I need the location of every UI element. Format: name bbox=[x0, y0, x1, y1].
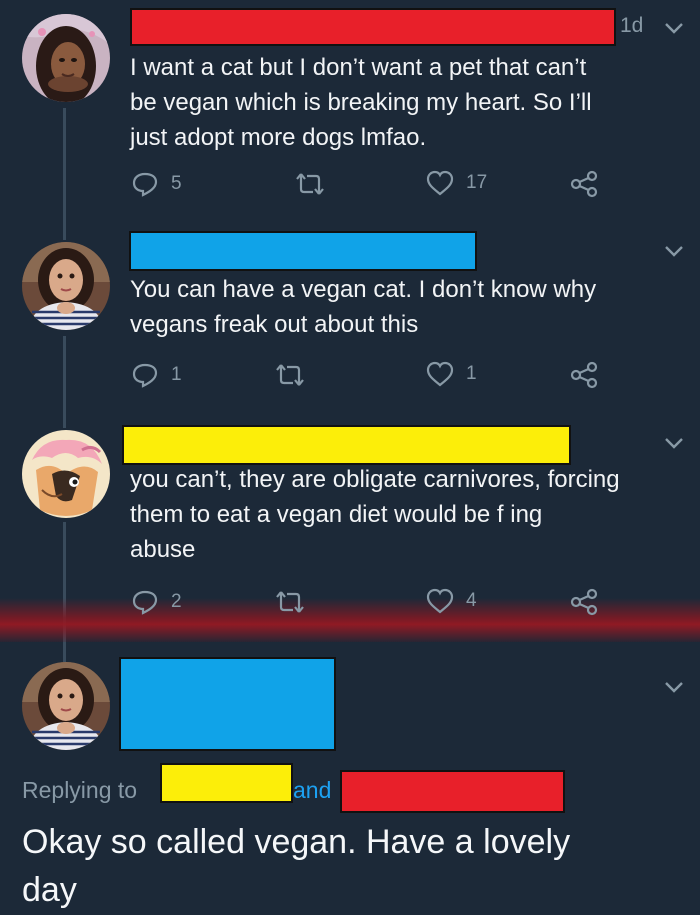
replying-and-label: and bbox=[293, 777, 332, 803]
like-icon bbox=[426, 170, 454, 196]
redacted-username-yellow bbox=[122, 425, 571, 465]
tweet-text: You can have a vegan cat. I don’t know w… bbox=[130, 276, 597, 338]
chevron-down-icon[interactable] bbox=[664, 244, 684, 258]
retweet-icon bbox=[296, 173, 324, 195]
like-icon bbox=[426, 361, 454, 387]
reply-count: 5 bbox=[171, 173, 182, 194]
chevron-down-icon[interactable] bbox=[664, 21, 684, 35]
redacted-username-red bbox=[130, 8, 616, 46]
reply-count: 2 bbox=[171, 591, 182, 612]
chevron-down-icon[interactable] bbox=[664, 680, 684, 694]
main-tweet-text: Okay so called vegan. Have a lovely day bbox=[22, 823, 571, 909]
redacted-author-blue bbox=[119, 657, 336, 751]
like-button[interactable]: 4 bbox=[426, 588, 477, 614]
avatar[interactable] bbox=[22, 430, 110, 518]
share-button[interactable] bbox=[569, 170, 599, 198]
like-count: 17 bbox=[466, 172, 488, 193]
share-button[interactable] bbox=[569, 588, 599, 616]
redacted-mention-red[interactable] bbox=[340, 770, 565, 813]
like-button[interactable]: 1 bbox=[426, 361, 477, 387]
redacted-username-blue bbox=[129, 231, 477, 271]
tweet-text: you can’t, they are obligate carnivores,… bbox=[130, 466, 620, 563]
avatar[interactable] bbox=[22, 662, 110, 750]
like-count: 4 bbox=[466, 590, 477, 611]
reply-icon bbox=[132, 363, 158, 388]
like-count: 1 bbox=[466, 363, 477, 384]
retweet-button[interactable] bbox=[274, 361, 306, 389]
redacted-mention-yellow[interactable] bbox=[160, 763, 293, 803]
reply-button[interactable]: 5 bbox=[131, 170, 182, 198]
avatar[interactable] bbox=[22, 242, 110, 330]
reply-icon bbox=[132, 172, 158, 197]
share-icon bbox=[570, 588, 598, 616]
replying-to-label: Replying to bbox=[22, 777, 138, 803]
tweet-text: I want a cat but I don’t want a pet that… bbox=[130, 54, 592, 151]
thread-connector-2 bbox=[63, 336, 66, 428]
share-icon bbox=[570, 170, 598, 198]
avatar[interactable] bbox=[22, 14, 110, 102]
retweet-icon bbox=[276, 591, 304, 613]
share-icon bbox=[570, 361, 598, 389]
reply-button[interactable]: 1 bbox=[131, 361, 182, 389]
retweet-button[interactable] bbox=[274, 588, 306, 616]
thread-connector-1 bbox=[63, 108, 66, 240]
share-button[interactable] bbox=[569, 361, 599, 389]
tweet-timestamp[interactable]: 1d bbox=[620, 14, 643, 38]
retweet-button[interactable] bbox=[294, 170, 326, 198]
reply-count: 1 bbox=[171, 364, 182, 385]
reply-icon bbox=[132, 590, 158, 615]
reply-button[interactable]: 2 bbox=[131, 588, 182, 616]
chevron-down-icon[interactable] bbox=[664, 436, 684, 450]
like-icon bbox=[426, 588, 454, 614]
retweet-icon bbox=[276, 364, 304, 386]
like-button[interactable]: 17 bbox=[426, 170, 487, 196]
